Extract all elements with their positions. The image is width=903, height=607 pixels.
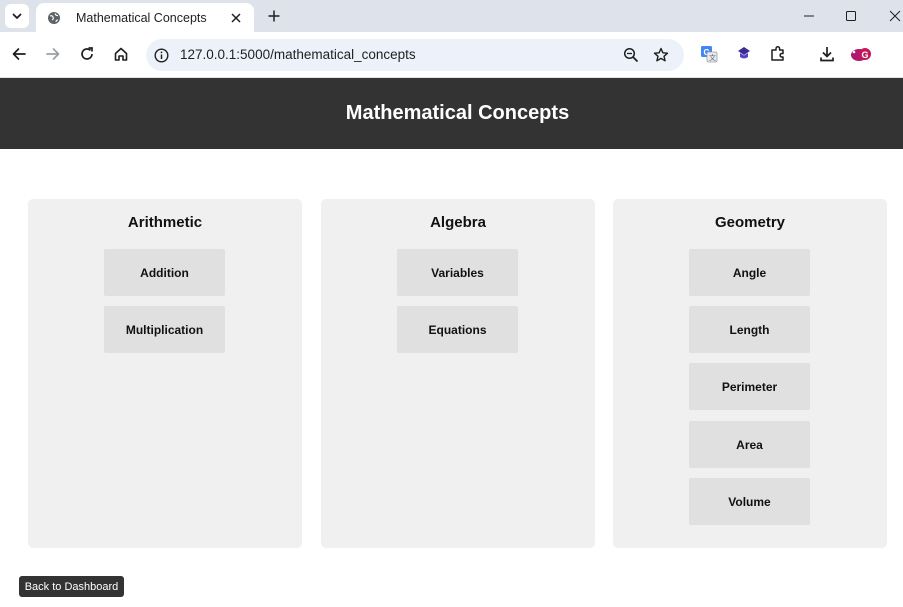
window-close-icon[interactable] (885, 6, 903, 26)
page-header: Mathematical Concepts (0, 78, 903, 149)
back-arrow-icon[interactable] (8, 43, 30, 65)
svg-text:文: 文 (709, 53, 716, 62)
category-title: Geometry (714, 214, 786, 231)
page-title: Mathematical Concepts (345, 102, 570, 124)
minimize-icon[interactable] (799, 6, 819, 26)
puzzle-icon[interactable] (767, 43, 789, 65)
browser-toolbar: 127.0.0.1:5000/mathematical_concepts G文 … (0, 32, 903, 99)
topic-button-variables[interactable]: Variables (397, 249, 518, 296)
download-icon[interactable] (816, 43, 838, 65)
forward-arrow-icon[interactable] (42, 43, 64, 65)
profile-icon[interactable]: G (850, 43, 872, 65)
category-card-geometry: Geometry Angle Length Perimeter Area Vol… (613, 199, 887, 548)
globe-icon (46, 10, 62, 26)
topic-button-equations[interactable]: Equations (397, 306, 518, 353)
tab-strip: Mathematical Concepts (0, 0, 903, 32)
topic-button-addition[interactable]: Addition (104, 249, 225, 296)
topic-button-area[interactable]: Area (689, 421, 810, 468)
tab-title: Mathematical Concepts (76, 10, 207, 25)
home-icon[interactable] (110, 43, 132, 65)
address-bar[interactable]: 127.0.0.1:5000/mathematical_concepts (146, 39, 684, 71)
reload-icon[interactable] (76, 43, 98, 65)
close-icon[interactable] (228, 10, 244, 26)
maximize-icon[interactable] (841, 6, 861, 26)
translate-icon[interactable]: G文 (698, 43, 720, 65)
info-icon[interactable] (153, 47, 169, 63)
plus-icon[interactable] (264, 6, 284, 26)
browser-tab[interactable]: Mathematical Concepts (36, 3, 254, 32)
topic-button-perimeter[interactable]: Perimeter (689, 363, 810, 410)
category-card-algebra: Algebra Variables Equations (321, 199, 595, 548)
back-to-dashboard-button[interactable]: Back to Dashboard (19, 576, 124, 597)
category-title: Algebra (430, 214, 486, 231)
tab-search-button[interactable] (5, 4, 29, 28)
topic-button-multiplication[interactable]: Multiplication (104, 306, 225, 353)
svg-text:G: G (862, 50, 869, 60)
topic-button-volume[interactable]: Volume (689, 478, 810, 525)
topic-button-angle[interactable]: Angle (689, 249, 810, 296)
chevron-down-icon (12, 13, 22, 19)
zoom-icon[interactable] (622, 46, 640, 64)
extension-icon[interactable] (733, 43, 755, 65)
url-text: 127.0.0.1:5000/mathematical_concepts (180, 47, 416, 62)
category-title: Arithmetic (127, 214, 203, 231)
star-icon[interactable] (652, 46, 670, 64)
category-card-arithmetic: Arithmetic Addition Multiplication (28, 199, 302, 548)
topic-button-length[interactable]: Length (689, 306, 810, 353)
